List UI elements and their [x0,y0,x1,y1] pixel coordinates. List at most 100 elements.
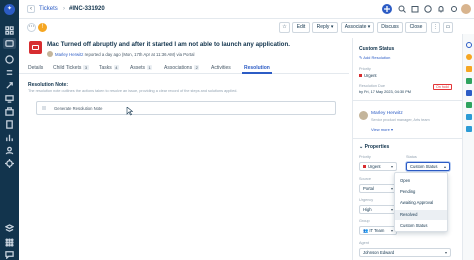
releases-icon[interactable] [5,81,14,90]
apps-strip [462,34,474,260]
tab-label: Associations [164,65,193,71]
agent-select[interactable]: Johnson Edward ▾ [359,248,451,257]
new-item-button[interactable] [382,4,392,14]
incident-icon [29,41,42,54]
breadcrumb-separator: › [63,6,65,12]
projects-icon[interactable] [5,107,14,116]
resolution-due-label: Resolution Due [359,84,385,88]
chevron-down-icon: ▾ [390,207,393,212]
active-tab-indicator [242,72,272,74]
generate-resolution-note-button[interactable]: Generate Resolution Note [36,101,336,115]
notifications-icon[interactable] [436,4,446,14]
tab-associations[interactable]: Associations 2 [164,65,200,71]
status-option-open[interactable]: Open [395,176,447,186]
add-resolution-link[interactable]: ✎ Add Resolution [359,55,390,60]
problems-icon[interactable] [5,55,14,64]
priority-select[interactable]: Urgent ▾ [359,162,397,171]
requester-link[interactable]: Marley Herwitz [55,52,83,57]
app-icon[interactable] [466,114,472,120]
ticket-title: Mac Turned off abruptly and after it sta… [47,41,290,48]
contacts-icon[interactable] [5,146,14,155]
reports-icon[interactable] [5,133,14,142]
sidebar-toggle-icon[interactable]: ‹ [27,5,35,13]
breadcrumb-tickets-link[interactable]: Tickets [39,6,58,12]
more-options-icon[interactable]: ⋮ [431,22,440,33]
tab-assets[interactable]: Assets 1 [130,65,153,71]
tab-label: Details [28,65,44,71]
status-field-label: Status [406,155,417,159]
toggle-panel-icon[interactable]: ▭ [443,22,453,33]
requester-avatar [359,111,368,120]
app-icon[interactable] [466,78,472,84]
chat-icon[interactable] [5,250,14,259]
urgency-field-label: Urgency [359,198,374,202]
priority-text: Urgent [364,73,377,78]
app-logo-icon[interactable]: ✦ [4,4,15,15]
status-option-awaiting-approval[interactable]: Awaiting Approval [395,198,447,208]
ticket-options-icon[interactable]: ⋯ [27,23,36,32]
settings-icon[interactable] [449,4,459,14]
status-select[interactable]: Custom Status ▴ [406,162,450,171]
tab-count: 2 [194,65,200,70]
ticket-meta: Marley Herwitz reported a day ago (Mon, … [55,52,194,57]
source-field-label: Source [359,177,372,181]
ticket-tabs: Details Child Tickets 3 Tasks 4 Assets 1 As… [19,62,349,74]
app-icon[interactable] [466,126,472,132]
status-option-pending[interactable]: Pending [395,187,447,197]
admin-icon[interactable] [5,159,14,168]
changes-icon[interactable] [5,68,14,77]
source-select[interactable]: Portal ▾ [359,184,397,193]
user-avatar[interactable] [461,4,471,14]
assets-icon[interactable] [5,94,14,103]
drag-handle-icon [42,106,46,110]
requester-name-link[interactable]: Marley Herwitz [371,111,403,116]
apps-icon[interactable] [5,224,14,233]
contact-icon[interactable] [466,54,472,60]
resolution-description: The resolution note outlines the actions… [28,89,238,93]
tab-resolution[interactable]: Resolution [244,65,270,71]
view-more-link[interactable]: View more ▾ [371,127,393,132]
group-select[interactable]: 👥 IT Team ▾ [359,226,397,235]
add-resolution-label: Add Resolution [363,55,391,60]
urgency-select[interactable]: High ▾ [359,205,397,214]
tab-tasks[interactable]: Tasks 4 [99,65,120,71]
status-option-custom-status[interactable]: Custom Status [395,221,447,231]
tab-activities[interactable]: Activities [211,65,231,71]
ticket-meta-text: reported a day ago (Mon, 17th Apr at 11:… [84,52,195,57]
edit-button[interactable]: Edit [292,22,310,33]
grid-menu-icon[interactable] [5,238,14,247]
info-icon[interactable] [466,42,472,48]
chevron-down-icon: ▾ [390,228,393,233]
tab-child-tickets[interactable]: Child Tickets 3 [53,65,89,71]
tab-label: Assets [130,65,146,71]
help-icon[interactable] [423,4,433,14]
app-icon[interactable] [466,102,472,108]
app-icon[interactable] [466,90,472,96]
status-option-resolved[interactable]: Resolved [395,210,447,220]
chevron-down-icon: ▾ [390,164,393,169]
requester-role: Senior product manager, Arts team [371,118,430,122]
star-icon[interactable]: ☆ [279,22,290,33]
urgent-dot-icon [363,165,366,168]
dashboard-icon[interactable] [5,26,14,35]
divider [353,138,463,139]
app-icon[interactable] [466,66,472,72]
associate-label: Associate [344,24,367,30]
top-bar: ‹ Tickets › #INC-331920 [19,0,474,19]
calendar-icon[interactable] [410,4,420,14]
resolution-title: Resolution Note: [28,82,68,88]
associate-button[interactable]: Associate ▾ [341,22,374,33]
close-button[interactable]: Close [405,22,427,33]
urgency-select-value: High [363,207,372,212]
knowledge-icon[interactable] [5,120,14,129]
discuss-button[interactable]: Discuss [377,22,403,33]
chevron-down-icon: ▾ [330,24,334,30]
source-select-value: Portal [363,186,374,191]
search-icon[interactable] [397,4,407,14]
tickets-icon[interactable] [3,38,16,49]
tab-label: Tasks [99,65,112,71]
app-sidebar: ✦ [0,0,19,260]
reply-button[interactable]: Reply ▾ [312,22,338,33]
tab-details[interactable]: Details [28,65,43,71]
urgent-dot-icon [359,74,362,77]
